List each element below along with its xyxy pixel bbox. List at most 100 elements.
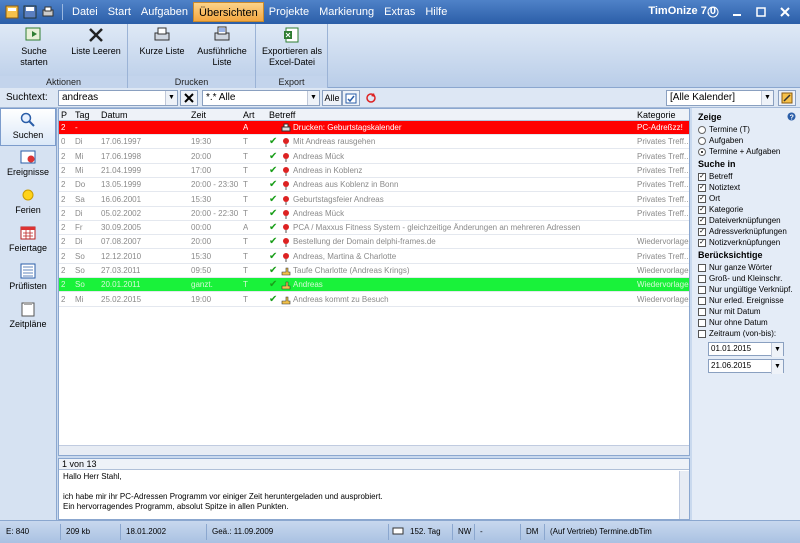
print-icon[interactable] — [40, 4, 56, 20]
nav-feiertage[interactable]: Feiertage — [0, 222, 56, 260]
menu-aufgaben[interactable]: Aufgaben — [136, 2, 193, 22]
detail-text[interactable]: Hallo Herr Stahl, ich habe mir ihr PC-Ad… — [59, 470, 689, 514]
checkbox[interactable]: ✓ — [698, 183, 706, 192]
liste-leeren-button[interactable]: Liste Leeren — [68, 26, 124, 57]
table-row[interactable]: 2 Di 05.02.2002 20:00 - 22:30 T ✔ Andreas Mück… — [59, 207, 689, 221]
date-to-dropdown-icon[interactable]: ▼ — [771, 360, 783, 374]
results-grid[interactable]: P Tag Datum Zeit Art Betreff Kategorie 2… — [58, 108, 690, 456]
kurze-liste-button[interactable]: Kurze Liste — [134, 26, 190, 57]
detail-vertical-scrollbar[interactable] — [679, 471, 689, 519]
checkbox[interactable]: ✓ — [698, 238, 706, 247]
suche-option[interactable]: ✓ Dateiverknüpfungen — [698, 215, 800, 226]
checkbox[interactable] — [698, 318, 706, 327]
zeige-option[interactable]: Termine (T) — [698, 124, 800, 135]
checkbox[interactable]: ✓ — [698, 216, 706, 225]
nav-zeitplaene[interactable]: Zeitpläne — [0, 298, 56, 336]
ber-option[interactable]: Nur ungültige Verknüpf. — [698, 284, 800, 295]
date-from-input[interactable]: 01.01.2015 ▼ — [708, 342, 784, 357]
ber-option[interactable]: Nur ohne Datum — [698, 317, 800, 328]
ausfuehrliche-liste-button[interactable]: Ausführliche Liste — [192, 26, 252, 68]
col-p[interactable]: P — [61, 109, 67, 121]
checkbox[interactable] — [698, 307, 706, 316]
calendar-dropdown-icon[interactable]: ▼ — [761, 91, 773, 105]
date-to-input[interactable]: 21.06.2015 ▼ — [708, 359, 784, 374]
calendar-select[interactable]: [Alle Kalender] ▼ — [666, 90, 774, 106]
suche-option[interactable]: ✓ Kategorie — [698, 204, 800, 215]
alle-button[interactable]: Alle — [322, 90, 342, 106]
nav-prueflisten[interactable]: Prüflisten — [0, 260, 56, 298]
menu-hilfe[interactable]: Hilfe — [420, 2, 452, 22]
filter-dropdown-icon[interactable]: ▼ — [307, 91, 319, 105]
checkbox[interactable]: ✓ — [698, 194, 706, 203]
nav-ereignisse[interactable]: Ereignisse — [0, 146, 56, 184]
checkbox[interactable] — [698, 263, 706, 272]
help-window-icon[interactable] — [702, 3, 724, 21]
table-row[interactable]: 2 So 12.12.2010 15:30 T ✔ Andreas, Martina & C… — [59, 250, 689, 264]
refresh-button[interactable] — [362, 90, 380, 106]
radio-button[interactable] — [698, 125, 706, 134]
maximize-icon[interactable] — [750, 3, 772, 21]
radio-button[interactable] — [698, 136, 706, 145]
ber-option[interactable]: Nur erled. Ereignisse — [698, 295, 800, 306]
suche-option[interactable]: ✓ Adressverknüpfungen — [698, 226, 800, 237]
menu-uebersichten[interactable]: Übersichten — [193, 2, 264, 22]
minimize-icon[interactable] — [726, 3, 748, 21]
col-betreff[interactable]: Betreff — [269, 109, 295, 121]
table-row[interactable]: 2 So 20.01.2011 ganzt. T ✔ Andreas Wiedervorlag… — [59, 278, 689, 293]
ber-option[interactable]: Groß- und Kleinschr. — [698, 273, 800, 284]
zeige-option[interactable]: Termine + Aufgaben — [698, 146, 800, 157]
app-icon[interactable] — [4, 4, 20, 20]
table-row[interactable]: 2 Di 07.08.2007 20:00 T ✔ Bestellung der Domai… — [59, 235, 689, 250]
close-icon[interactable] — [774, 3, 796, 21]
checkbox[interactable] — [698, 285, 706, 294]
suche-option[interactable]: ✓ Betreff — [698, 171, 800, 182]
checkbox[interactable]: ✓ — [698, 205, 706, 214]
table-row[interactable]: 2 Mi 25.02.2015 19:00 T ✔ Andreas kommt zu Bes… — [59, 293, 689, 307]
table-row[interactable]: 2 Sa 16.06.2001 15:30 T ✔ Geburtstagsfeier And… — [59, 193, 689, 207]
checkbox[interactable]: ✓ — [698, 227, 706, 236]
table-row[interactable]: 2 Do 13.05.1999 20:00 - 23:30 T ✔ Andreas aus … — [59, 178, 689, 193]
search-dropdown-icon[interactable]: ▼ — [165, 91, 177, 105]
ber-option[interactable]: Zeitraum (von-bis): — [698, 328, 800, 339]
suche-starten-button[interactable]: Suche starten — [8, 26, 60, 68]
ber-option[interactable]: Nur mit Datum — [698, 306, 800, 317]
table-row[interactable]: 2 Mi 17.06.1998 20:00 T ✔ Andreas Mück Privates… — [59, 150, 689, 164]
menu-extras[interactable]: Extras — [379, 2, 420, 22]
col-tag[interactable]: Tag — [75, 109, 90, 121]
table-row[interactable]: 2 So 27.03.2011 09:50 T ✔ Taufe Charlotte (And… — [59, 264, 689, 278]
nav-suchen[interactable]: Suchen — [0, 108, 56, 146]
table-row[interactable]: 2 Mi 21.04.1999 17:00 T ✔ Andreas in Koblenz Pr… — [59, 164, 689, 178]
menu-datei[interactable]: Datei — [67, 2, 103, 22]
menu-start[interactable]: Start — [103, 2, 136, 22]
zeige-option[interactable]: Aufgaben — [698, 135, 800, 146]
date-from-dropdown-icon[interactable]: ▼ — [771, 343, 783, 357]
table-row[interactable]: 0 Di 17.06.1997 19:30 T ✔ Mit Andreas rausgehe… — [59, 135, 689, 150]
suche-option[interactable]: ✓ Notiztext — [698, 182, 800, 193]
col-art[interactable]: Art — [243, 109, 255, 121]
col-datum[interactable]: Datum — [101, 109, 128, 121]
menu-markierung[interactable]: Markierung — [314, 2, 379, 22]
calendar-view-button[interactable] — [342, 90, 360, 106]
table-row[interactable]: 2 Fr 30.09.2005 00:00 A ✔ PCA / Maxxus Fitness… — [59, 221, 689, 236]
col-kategorie[interactable]: Kategorie — [637, 109, 676, 121]
suche-option[interactable]: ✓ Ort — [698, 193, 800, 204]
ber-option[interactable]: Nur ganze Wörter — [698, 262, 800, 273]
col-zeit[interactable]: Zeit — [191, 109, 206, 121]
checkbox[interactable] — [698, 329, 706, 338]
help-icon[interactable]: ? — [787, 112, 796, 121]
radio-button[interactable] — [698, 147, 706, 156]
search-input[interactable]: andreas ▼ — [58, 90, 178, 106]
clear-search-button[interactable] — [180, 90, 198, 106]
exportieren-excel-button[interactable]: Exportieren als Excel-Datei — [260, 26, 324, 68]
checkbox[interactable] — [698, 274, 706, 283]
menu-projekte[interactable]: Projekte — [264, 2, 314, 22]
grid-horizontal-scrollbar[interactable] — [59, 445, 689, 455]
checkbox[interactable]: ✓ — [698, 172, 706, 181]
suche-option[interactable]: ✓ Notizverknüpfungen — [698, 237, 800, 248]
checkbox[interactable] — [698, 296, 706, 305]
nav-ferien[interactable]: Ferien — [0, 184, 56, 222]
table-row[interactable]: 2- A Drucken: Geburtstagskalender PC-Adreßz… — [59, 121, 689, 135]
filter-select[interactable]: *.* Alle ▼ — [202, 90, 320, 106]
calendar-settings-button[interactable] — [778, 90, 796, 106]
save-icon[interactable] — [22, 4, 38, 20]
